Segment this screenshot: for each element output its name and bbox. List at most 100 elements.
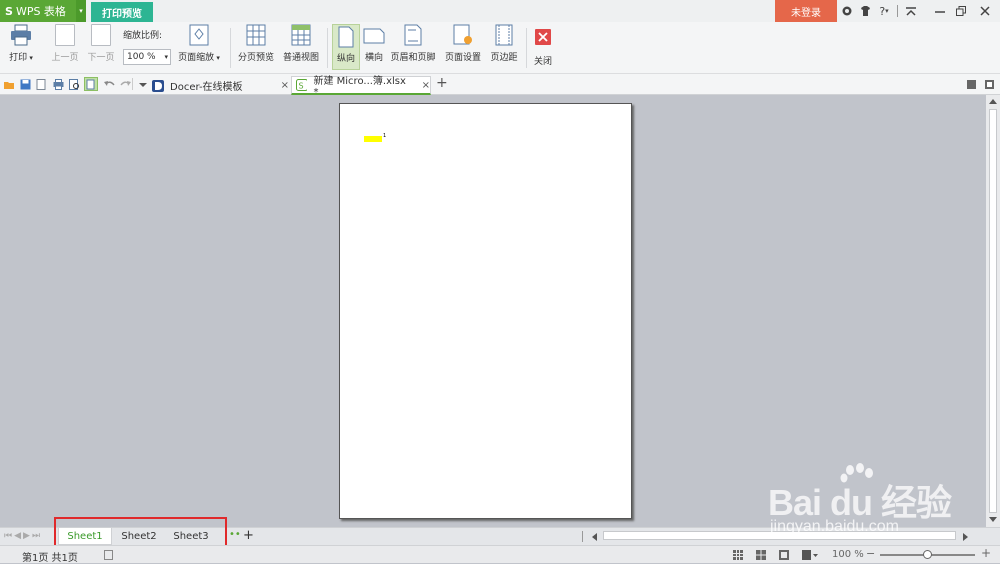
app-menu-button[interactable]: S WPS 表格 ▾ (0, 0, 86, 22)
preview-mode-icon[interactable] (84, 77, 98, 91)
page-zoom-label: 页面缩放 (178, 53, 215, 63)
printer-icon (11, 24, 31, 46)
restore-icon[interactable] (954, 0, 968, 22)
print-label: 打印 (9, 53, 28, 63)
shirt-icon[interactable] (858, 0, 872, 22)
tab-print-preview[interactable]: 打印预览 (91, 2, 153, 22)
new-tab-button[interactable]: + (436, 75, 448, 91)
sheet-nav-arrows-icon[interactable]: ⏮◀▶⏭ (4, 531, 42, 541)
vertical-scrollbar[interactable] (986, 95, 1000, 527)
zoom-ratio-select[interactable]: 100 % ▾ (123, 49, 171, 65)
zoom-out-icon[interactable]: − (866, 547, 875, 560)
normal-view-button[interactable]: 普通视图 (281, 24, 321, 63)
close-preview-label: 关闭 (533, 57, 552, 67)
help-icon[interactable]: ? ▾ (876, 0, 892, 22)
panel-icon[interactable] (967, 80, 976, 89)
cell-content: 1 (383, 133, 387, 139)
save-icon[interactable] (20, 79, 31, 90)
normal-view-icon (291, 24, 311, 46)
page-setup-icon (453, 24, 472, 45)
highlighted-cell (364, 136, 382, 142)
collapse-icon[interactable] (904, 0, 918, 22)
scroll-up-icon[interactable] (989, 98, 997, 104)
header-footer-icon (404, 24, 422, 46)
app-name: WPS 表格 (15, 5, 66, 18)
print-button[interactable]: 打印 ▾ (6, 24, 36, 63)
status-zoom-percent: 100 % (832, 549, 864, 560)
zoom-ratio-label: 缩放比例: (123, 31, 163, 41)
page-setup-button[interactable]: 页面设置 (443, 24, 483, 63)
view-mode-dropdown-icon[interactable] (802, 550, 818, 560)
portrait-label: 纵向 (336, 54, 355, 64)
docer-icon (152, 79, 164, 92)
page-zoom-button[interactable]: 页面缩放 ▾ (175, 24, 223, 63)
prev-page-label: 上一页 (51, 53, 79, 63)
login-button[interactable]: 未登录 (775, 0, 837, 22)
scroll-divider (582, 531, 583, 542)
panel-toggle-icon[interactable] (985, 80, 994, 89)
margins-button[interactable]: 页边距 (488, 24, 520, 63)
add-sheet-button[interactable]: + (243, 528, 254, 543)
portrait-icon (338, 26, 354, 48)
title-divider (897, 5, 898, 17)
watermark-url: jingyan.baidu.com (770, 518, 899, 535)
zoom-in-icon[interactable]: + (981, 546, 991, 560)
doc-tab-docer[interactable]: Docer-在线模板 × (152, 76, 290, 95)
ribbon-separator (230, 28, 231, 68)
scroll-down-icon[interactable] (989, 517, 997, 523)
landscape-icon (363, 28, 385, 44)
vertical-scroll-thumb[interactable] (989, 109, 997, 513)
margins-label: 页边距 (490, 53, 518, 63)
print-preview-ribbon: 打印 ▾ 上一页 下一页 缩放比例: 100 % ▾ 页面缩放 ▾ 分页预览 普… (0, 22, 1000, 74)
landscape-button[interactable]: 横向 (362, 24, 386, 63)
document-icon[interactable] (104, 550, 113, 560)
close-preview-icon (535, 29, 551, 45)
open-folder-icon[interactable] (4, 79, 15, 90)
page-break-preview-button[interactable]: 分页预览 (236, 24, 276, 63)
skin-icon[interactable] (840, 0, 854, 22)
print-preview-icon[interactable] (69, 79, 80, 90)
landscape-label: 横向 (364, 53, 383, 63)
doc-tab-label: Docer-在线模板 (170, 82, 243, 93)
page-break-status-icon[interactable] (756, 550, 766, 560)
wps-logo-icon: S (5, 4, 13, 18)
header-footer-label: 页眉和页脚 (390, 53, 436, 63)
ribbon-separator (526, 28, 527, 68)
document-tab-row: Docer-在线模板 × S 新建 Micro...簿.xlsx * × + (0, 74, 1000, 98)
page-break-icon (246, 24, 266, 46)
zoom-slider[interactable] (880, 550, 975, 559)
margins-icon (495, 24, 513, 46)
close-tab-icon[interactable]: × (422, 80, 430, 91)
more-sheets-icon[interactable]: •• (229, 529, 241, 540)
status-bar: 第1页 共1页 100 % − + (0, 545, 1000, 564)
save-as-icon[interactable] (36, 79, 47, 90)
next-page-icon (91, 24, 111, 46)
next-page-button[interactable]: 下一页 (86, 24, 116, 63)
zoom-slider-knob[interactable] (922, 550, 932, 559)
header-footer-button[interactable]: 页眉和页脚 (388, 24, 438, 63)
reading-view-icon[interactable] (779, 550, 789, 560)
customize-dropdown-icon[interactable] (138, 79, 149, 90)
chevron-down-icon: ▾ (164, 53, 168, 61)
portrait-button[interactable]: 纵向 (332, 24, 360, 70)
undo-icon[interactable] (104, 79, 115, 90)
print-preview-page: 1 (339, 103, 632, 519)
page-count-status: 第1页 共1页 (22, 553, 78, 564)
close-preview-button[interactable]: 关闭 (531, 24, 555, 67)
normal-view-status-icon[interactable] (733, 550, 743, 560)
quick-print-icon[interactable] (53, 79, 64, 90)
spreadsheet-file-icon: S (296, 79, 308, 91)
close-icon[interactable] (978, 0, 992, 22)
svg-text:S: S (299, 82, 304, 91)
app-menu-chevron-icon[interactable]: ▾ (76, 0, 86, 22)
page-break-preview-label: 分页预览 (237, 53, 274, 63)
scroll-left-icon[interactable] (592, 533, 597, 541)
close-tab-icon[interactable]: × (281, 80, 289, 91)
prev-page-button[interactable]: 上一页 (50, 24, 80, 63)
page-zoom-icon (189, 24, 209, 46)
doc-tab-workbook[interactable]: S 新建 Micro...簿.xlsx * × (291, 76, 431, 98)
redo-icon[interactable] (120, 79, 131, 90)
title-bar: S WPS 表格 ▾ 打印预览 未登录 ? ▾ (0, 0, 1000, 22)
zoom-ratio-value: 100 % (127, 52, 156, 62)
minimize-icon[interactable] (933, 0, 947, 22)
